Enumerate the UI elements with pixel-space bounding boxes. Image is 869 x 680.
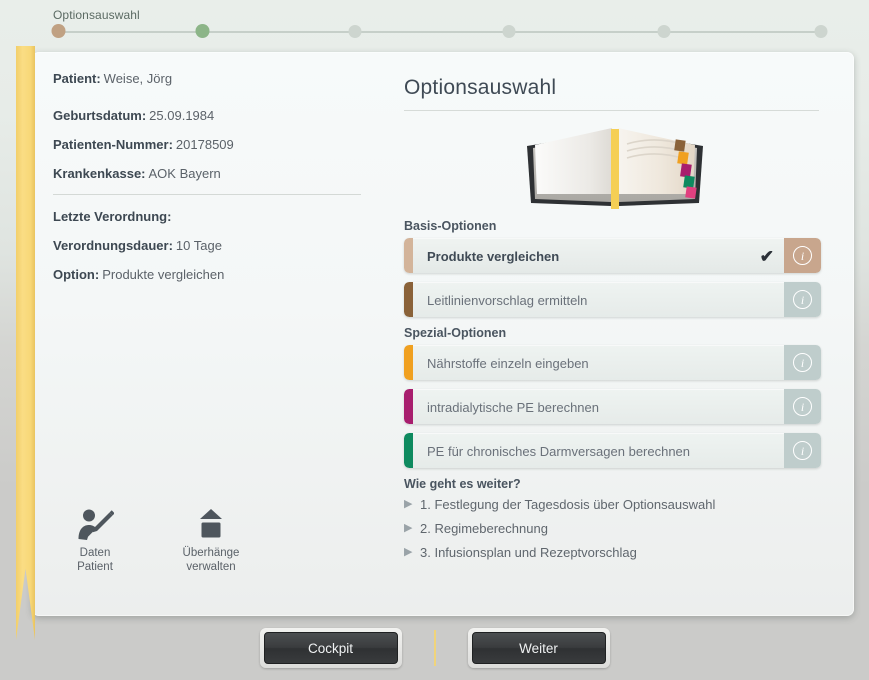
footer-actions: Cockpit Weiter <box>0 628 869 668</box>
patient-value-insurance: AOK Bayern <box>148 166 221 181</box>
option-info-button[interactable]: i <box>784 238 821 273</box>
upload-box-icon <box>178 505 244 541</box>
tool-label2-line2: verwalten <box>186 561 236 573</box>
option-label: Produkte vergleichen <box>427 248 560 264</box>
back-button-shell: Cockpit <box>259 628 402 668</box>
patient-tools: Daten Patient Überhänge verwalten <box>62 505 262 574</box>
patient-row-birthdate: Geburtsdatum: 25.09.1984 <box>53 107 373 124</box>
info-icon: i <box>793 441 812 460</box>
prescription-row-last: Letzte Verordnung: <box>53 208 373 225</box>
option-body[interactable]: PE für chronisches Darmversagen berechne… <box>413 433 784 468</box>
cockpit-button[interactable]: Cockpit <box>263 632 398 664</box>
prescription-row-option: Option: Produkte vergleichen <box>53 266 373 283</box>
basis-options-title: Basis-Optionen <box>404 219 497 233</box>
person-edit-icon <box>62 505 128 541</box>
option-body[interactable]: intradialytische PE berechnen <box>413 389 784 424</box>
patient-label-name: Patient: <box>53 71 101 86</box>
progress-stepper: Optionsauswahl <box>0 0 869 46</box>
info-icon: i <box>793 290 812 309</box>
chevron-right-icon: ▶ <box>404 522 413 534</box>
option-info-button[interactable]: i <box>784 389 821 424</box>
patient-label-number: Patienten-Nummer: <box>53 137 173 152</box>
tool-daten-patient[interactable]: Daten Patient <box>62 505 128 574</box>
patient-row-name: Patient: Weise, Jörg <box>53 70 373 87</box>
patient-row-insurance: Krankenkasse: AOK Bayern <box>53 165 373 182</box>
open-book-icon <box>404 117 826 215</box>
patient-info-panel: Patient: Weise, Jörg Geburtsdatum: 25.09.1… <box>53 70 373 295</box>
weiter-button[interactable]: Weiter <box>471 632 606 664</box>
patient-value-birthdate: 25.09.1984 <box>149 108 215 123</box>
tool-label-line1: Daten <box>79 547 111 559</box>
prescription-value-option: Produkte vergleichen <box>102 267 225 282</box>
stepper-dot-3[interactable] <box>348 25 362 38</box>
option-info-button[interactable]: i <box>784 282 821 317</box>
current-step-label: Optionsauswahl <box>53 8 140 22</box>
tool-ueberhaenge-verwalten[interactable]: Überhänge verwalten <box>178 505 244 574</box>
stepper-dot-1[interactable] <box>51 24 66 38</box>
option-body[interactable]: Leitlinienvorschlag ermitteln <box>413 282 784 317</box>
spezial-option-3[interactable]: PE für chronisches Darmversagen berechne… <box>404 433 821 468</box>
prescription-value-duration: 10 Tage <box>175 238 222 253</box>
option-accent-bar <box>404 389 413 424</box>
tool-label-line2: Patient <box>77 561 113 573</box>
patient-divider <box>53 194 361 195</box>
next-step-label: 1. Festlegung der Tagesdosis über Option… <box>420 497 716 512</box>
option-info-button[interactable]: i <box>784 345 821 380</box>
tool-label2-line1: Überhänge <box>182 547 240 559</box>
option-accent-bar <box>404 282 413 317</box>
tool-label-ueberhaenge: Überhänge verwalten <box>178 546 244 574</box>
tool-label-daten-patient: Daten Patient <box>62 546 128 574</box>
option-info-button[interactable]: i <box>784 433 821 468</box>
patient-value-number: 20178509 <box>175 137 234 152</box>
page-title: Optionsauswahl <box>404 76 557 99</box>
stepper-dot-5[interactable] <box>657 25 671 38</box>
next-step-item-1[interactable]: ▶ 1. Festlegung der Tagesdosis über Optio… <box>404 497 826 512</box>
basis-option-2[interactable]: Leitlinienvorschlag ermitteln i <box>404 282 821 317</box>
prescription-label-duration: Verordnungsdauer: <box>53 238 173 253</box>
prescription-label-option: Option: <box>53 267 100 282</box>
next-step-label: 2. Regimeberechnung <box>420 521 548 536</box>
footer-separator <box>433 630 436 666</box>
stepper-dot-2[interactable] <box>195 24 210 38</box>
next-step-item-2[interactable]: ▶ 2. Regimeberechnung <box>404 521 826 536</box>
chevron-right-icon: ▶ <box>404 498 413 510</box>
next-steps-title: Wie geht es weiter? <box>404 477 521 491</box>
option-accent-bar <box>404 433 413 468</box>
option-accent-bar <box>404 238 413 273</box>
stepper-track <box>58 31 823 33</box>
info-icon: i <box>793 246 812 265</box>
option-label: Leitlinienvorschlag ermitteln <box>427 292 588 308</box>
option-label: Nährstoffe einzeln eingeben <box>427 355 589 371</box>
basis-option-1[interactable]: Produkte vergleichen ✔ i <box>404 238 821 273</box>
option-label: PE für chronisches Darmversagen berechne… <box>427 443 691 459</box>
info-icon: i <box>793 397 812 416</box>
bookmark-ribbon <box>16 46 35 640</box>
patient-label-insurance: Krankenkasse: <box>53 166 146 181</box>
next-button-shell: Weiter <box>467 628 610 668</box>
spezial-options-title: Spezial-Optionen <box>404 326 507 340</box>
option-body[interactable]: Produkte vergleichen ✔ <box>413 238 784 273</box>
spezial-option-2[interactable]: intradialytische PE berechnen i <box>404 389 821 424</box>
option-check-icon: ✔ <box>759 246 774 266</box>
option-label: intradialytische PE berechnen <box>427 399 599 415</box>
spezial-option-1[interactable]: Nährstoffe einzeln eingeben i <box>404 345 821 380</box>
next-step-item-3[interactable]: ▶ 3. Infusionsplan und Rezeptvorschlag <box>404 545 826 560</box>
patient-value-name: Weise, Jörg <box>103 71 173 86</box>
next-step-label: 3. Infusionsplan und Rezeptvorschlag <box>420 545 637 560</box>
options-content: Optionsauswahl Basis-Optionen Produkte v… <box>404 76 826 569</box>
title-divider <box>404 110 819 111</box>
prescription-label-last: Letzte Verordnung: <box>53 209 172 224</box>
chevron-right-icon: ▶ <box>404 546 413 558</box>
stepper-dot-6[interactable] <box>814 25 828 38</box>
stepper-dot-4[interactable] <box>502 25 516 38</box>
option-accent-bar <box>404 345 413 380</box>
patient-row-number: Patienten-Nummer: 20178509 <box>53 136 373 153</box>
info-icon: i <box>793 353 812 372</box>
prescription-row-duration: Verordnungsdauer: 10 Tage <box>53 237 373 254</box>
option-body[interactable]: Nährstoffe einzeln eingeben <box>413 345 784 380</box>
patient-label-birthdate: Geburtsdatum: <box>53 108 147 123</box>
